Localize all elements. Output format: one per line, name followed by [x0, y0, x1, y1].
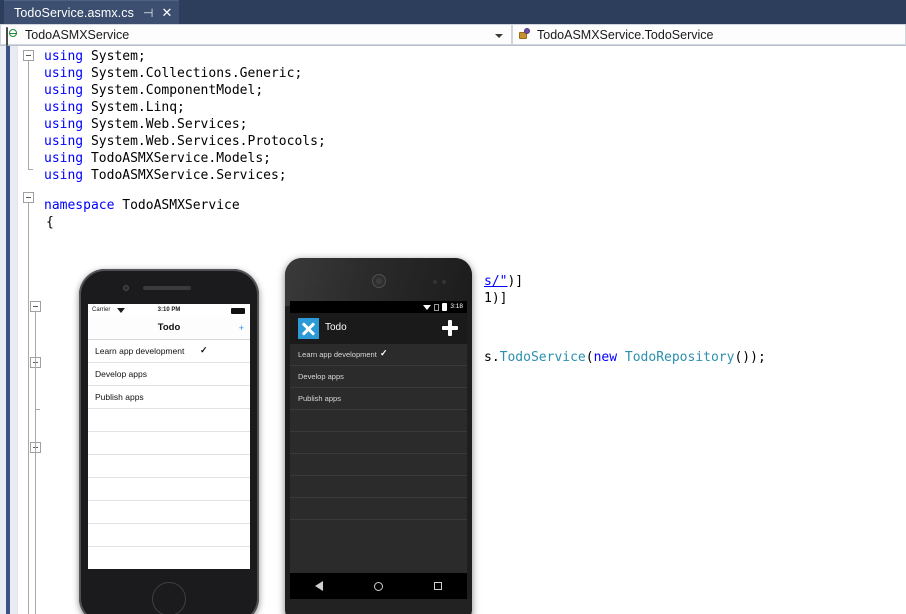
type-dropdown-value: TodoASMXService [25, 28, 129, 42]
chevron-down-icon[interactable] [495, 34, 503, 38]
code-line: namespace TodoASMXService [44, 197, 240, 214]
editor-tab-strip: TodoService.asmx.cs ⊣ ✕ [0, 0, 906, 24]
code-text-layer[interactable]: using System; using System.Collections.G… [0, 46, 906, 614]
code-line-fragment: s.TodoService(new TodoRepository()); [484, 349, 766, 366]
code-line-fragment: s/")] [484, 273, 523, 290]
code-line: using TodoASMXService.Services; [44, 167, 287, 184]
member-dropdown-value: TodoASMXService.TodoService [537, 28, 713, 42]
code-line: using System.Linq; [44, 99, 185, 116]
code-line: using System; [44, 48, 146, 65]
member-dropdown[interactable]: TodoASMXService.TodoService [512, 24, 906, 45]
code-line: { [46, 214, 54, 231]
code-line: using System.Collections.Generic; [44, 65, 302, 82]
tab-label: TodoService.asmx.cs [14, 6, 134, 20]
globe-icon [6, 28, 20, 42]
type-dropdown[interactable]: TodoASMXService [0, 24, 512, 45]
pin-icon[interactable]: ⊣ [143, 7, 153, 19]
code-line: using TodoASMXService.Models; [44, 150, 271, 167]
code-line: using System.Web.Services.Protocols; [44, 133, 326, 150]
tab-todoservice-asmx-cs[interactable]: TodoService.asmx.cs ⊣ ✕ [4, 0, 179, 24]
visual-studio-window: TodoService.asmx.cs ⊣ ✕ TodoASMXService … [0, 0, 906, 614]
code-editor[interactable]: using System; using System.Collections.G… [0, 46, 906, 614]
code-line: using System.Web.Services; [44, 116, 248, 133]
code-line: using System.ComponentModel; [44, 82, 263, 99]
navigation-bar: TodoASMXService TodoASMXService.TodoServ… [0, 24, 906, 46]
code-line-fragment: 1)] [484, 290, 507, 307]
close-icon[interactable]: ✕ [161, 6, 172, 19]
method-icon [518, 28, 532, 42]
